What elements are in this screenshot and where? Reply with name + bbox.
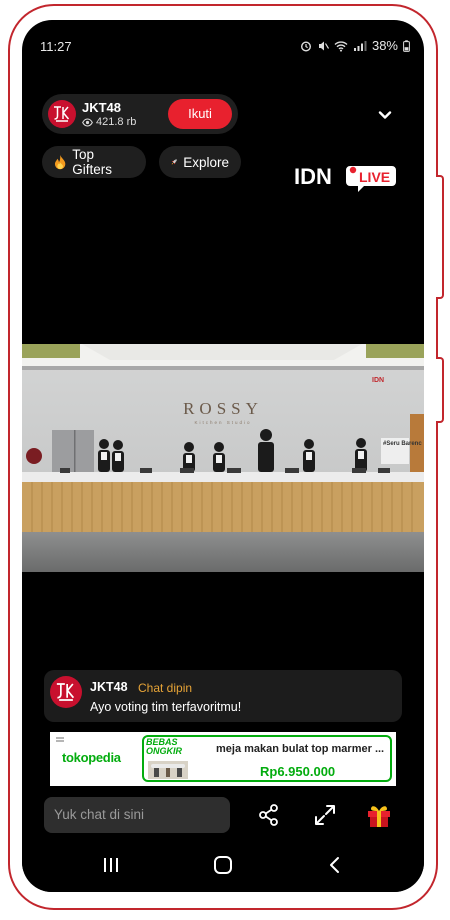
live-video[interactable]: ROSSY Kitchen Studio IDN #Seru Barenc [22,344,424,572]
explore-label: Explore [183,154,229,170]
rossy-sign-text: ROSSY [183,399,263,418]
battery-icon [403,39,410,52]
status-bar: 11:27 38% [22,20,424,60]
home-icon[interactable] [208,850,238,880]
video-overlay-text: #Seru Barenc [383,441,422,447]
eye-icon [82,117,93,127]
pinned-tag: Chat dipin [138,681,193,695]
rocket-icon [171,159,177,165]
idn-watermark-icon: IDN [372,377,384,384]
tokopedia-logo-text: tokopedia [62,750,121,765]
jkt48-logo-icon [54,106,70,122]
tokopedia-ad-banner[interactable]: tokopedia BEBAS ONGKIR meja makan bulat … [50,732,396,786]
follow-button[interactable]: Ikuti [168,99,232,129]
chat-message: Ayo voting tim terfavoritmu! [90,700,242,714]
wifi-icon [334,40,348,52]
top-gifters-button[interactable]: Top Gifters [42,146,146,178]
flame-icon [54,154,66,170]
viewer-count-text: 421.8 rb [96,116,137,128]
status-time: 11:27 [40,39,72,54]
product-price: Rp6.950.000 [260,764,336,779]
signal-icon [353,40,367,51]
screen: 11:27 38% JKT48 421.8 rb Ikuti Top Gifte… [22,20,424,892]
free-shipping-badge-line2: ONGKIR [146,746,182,756]
channel-name: JKT48 [82,100,122,115]
mute-icon [318,41,329,50]
chevron-down-icon[interactable] [374,104,396,126]
menu-lines-icon [56,737,64,742]
battery-text: 38% [371,38,398,53]
chat-avatar [50,676,82,708]
rossy-sign-subtext: Kitchen Studio [194,420,251,425]
product-title: meja makan bulat top marmer ... [216,743,385,755]
idn-live-logo: IDN LIVE [294,164,396,192]
gift-icon[interactable] [364,800,394,830]
share-icon[interactable] [254,800,284,830]
volume-button [436,175,444,299]
fullscreen-icon[interactable] [310,800,340,830]
top-gifters-label: Top Gifters [72,147,113,177]
idn-logo-text: IDN [294,164,332,189]
product-card[interactable]: BEBAS ONGKIR meja makan bulat top marmer… [142,735,392,782]
chat-input[interactable]: Yuk chat di sini [44,797,230,833]
explore-button[interactable]: Explore [159,146,241,178]
alarm-icon [300,40,311,52]
channel-avatar[interactable] [48,100,76,128]
recent-apps-icon[interactable] [96,850,126,880]
live-badge-text: LIVE [359,169,390,185]
pinned-chat[interactable]: JKT48 Chat dipin Ayo voting tim terfavor… [44,670,402,722]
jkt48-logo-icon [56,683,75,701]
system-nav-bar [22,838,424,892]
channel-header[interactable]: JKT48 421.8 rb Ikuti [42,94,238,134]
chat-username: JKT48 [90,680,128,694]
power-button [436,357,444,423]
back-icon[interactable] [320,850,350,880]
viewer-count: 421.8 rb [82,116,136,128]
product-thumbnail-image [148,761,188,779]
status-icons: 38% [300,38,410,53]
kitchen-scene-image: ROSSY Kitchen Studio IDN #Seru Barenc [22,344,424,572]
